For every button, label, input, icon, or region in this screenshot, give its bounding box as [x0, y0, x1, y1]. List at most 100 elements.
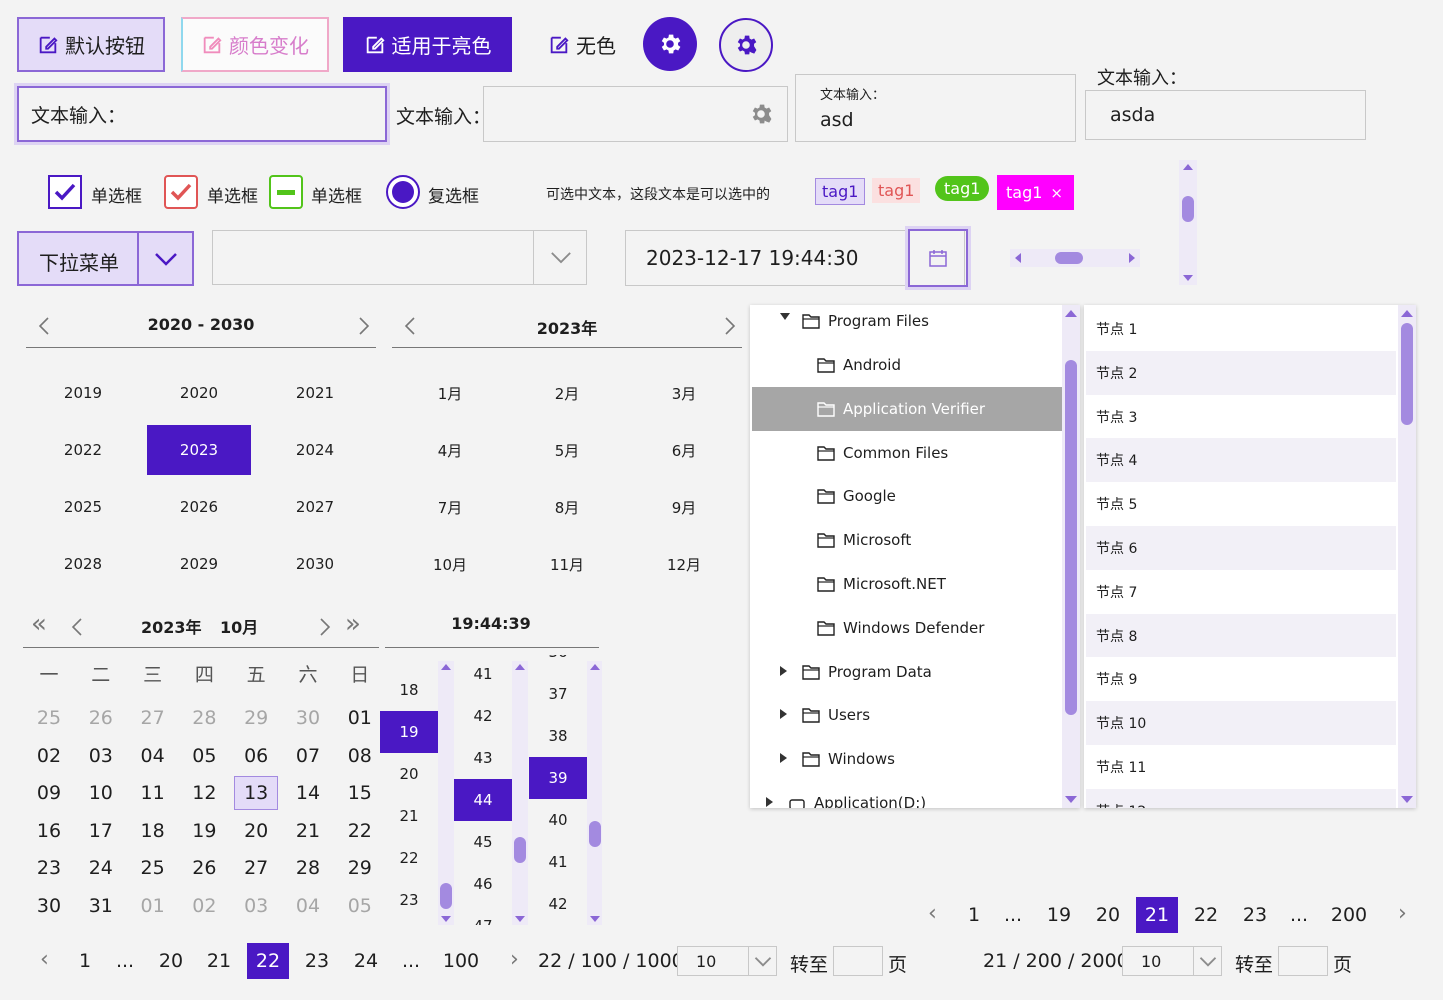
year-cell[interactable]: 2019 [31, 368, 135, 418]
minute-cell[interactable]: 45 [454, 821, 512, 863]
month-cell[interactable]: 3月 [632, 368, 736, 418]
minute-cell[interactable]: 41 [454, 655, 512, 695]
month-cell[interactable]: 4月 [398, 425, 502, 475]
day-cell[interactable]: 26 [79, 701, 123, 735]
list-scrollbar[interactable] [1398, 305, 1416, 808]
day-cell[interactable]: 26 [182, 851, 226, 885]
checkbox-1[interactable] [48, 175, 82, 209]
day-cell[interactable]: 15 [338, 776, 382, 810]
list-item[interactable]: 节点 2 [1086, 350, 1396, 395]
day-cal-year[interactable]: 2023年 [141, 614, 202, 638]
horizontal-scrollbar[interactable] [1010, 249, 1140, 267]
radio-button[interactable] [386, 175, 420, 209]
year-cell[interactable]: 2030 [263, 539, 367, 589]
scroll-up-icon[interactable] [590, 664, 600, 670]
minute-column[interactable]: 41424344454647 [454, 655, 512, 925]
hour-cell[interactable]: 22 [380, 837, 438, 879]
list-item[interactable]: 节点 11 [1086, 745, 1396, 789]
pager-left-size-toggle[interactable] [748, 947, 777, 975]
list-item[interactable]: 节点 1 [1086, 307, 1396, 351]
minute-cell[interactable]: 47 [454, 905, 512, 925]
day-cell[interactable]: 13 [234, 776, 279, 811]
pager-page[interactable]: 20 [1087, 897, 1129, 933]
gradient-button[interactable]: 颜色变化 [181, 17, 329, 72]
scroll-up-icon[interactable] [515, 664, 525, 670]
tree-node[interactable]: Microsoft.NET [752, 562, 1062, 606]
scroll-thumb[interactable] [514, 837, 526, 863]
list-item[interactable]: 节点 8 [1086, 613, 1396, 658]
chevron-right-icon[interactable] [358, 316, 370, 336]
day-cell[interactable]: 01 [338, 701, 382, 735]
pager-page[interactable]: 22 [1185, 897, 1227, 933]
transparent-button[interactable]: 无色 [540, 17, 624, 72]
list-item[interactable]: 节点 10 [1086, 701, 1396, 746]
list-item[interactable]: 节点 3 [1086, 394, 1396, 439]
pager-right-size-select[interactable]: 10 [1122, 946, 1222, 976]
day-cell[interactable]: 21 [286, 814, 330, 848]
tree-node[interactable]: Application Verifier [752, 387, 1062, 431]
chevron-left-icon[interactable] [71, 617, 83, 637]
dropdown-toggle[interactable] [137, 233, 192, 284]
dropdown-menu-button[interactable]: 下拉菜单 [17, 231, 194, 286]
second-cell[interactable]: 39 [529, 757, 587, 799]
minute-cell[interactable]: 46 [454, 863, 512, 905]
day-cell[interactable]: 18 [131, 814, 175, 848]
month-cell[interactable]: 10月 [398, 539, 502, 589]
list-item[interactable]: 节点 7 [1086, 569, 1396, 614]
month-cell[interactable]: 7月 [398, 482, 502, 532]
pager-page[interactable]: 21 [198, 943, 240, 979]
day-cell[interactable]: 02 [27, 739, 71, 773]
settings-button-filled[interactable] [643, 17, 697, 71]
day-cell[interactable]: 27 [131, 701, 175, 735]
tree-node[interactable]: Program Data [752, 650, 1062, 694]
expand-right-icon[interactable] [766, 797, 773, 807]
minute-cell[interactable]: 42 [454, 695, 512, 737]
text-input-4[interactable]: asda [1085, 90, 1366, 140]
day-cell[interactable]: 27 [234, 851, 278, 885]
scroll-thumb[interactable] [1055, 252, 1083, 264]
minute-scrollbar[interactable] [512, 661, 528, 925]
text-input-3[interactable]: 文本输入： asd [795, 74, 1076, 142]
tree-scrollbar[interactable] [1062, 305, 1080, 808]
day-cell[interactable]: 29 [338, 851, 382, 885]
second-cell[interactable]: 37 [529, 673, 587, 715]
year-cell[interactable]: 2025 [31, 482, 135, 532]
bright-button[interactable]: 适用于亮色 [343, 17, 512, 72]
day-cell[interactable]: 28 [286, 851, 330, 885]
day-cell[interactable]: 29 [234, 701, 278, 735]
pager-page[interactable]: 20 [150, 943, 192, 979]
day-cal-month[interactable]: 10月 [220, 614, 258, 638]
day-cell[interactable]: 22 [338, 814, 382, 848]
pager-next-icon[interactable]: › [1398, 901, 1407, 926]
pager-page[interactable]: 19 [1038, 897, 1080, 933]
scroll-up-icon[interactable] [1183, 164, 1193, 170]
day-cell[interactable]: 28 [182, 701, 226, 735]
tree-node[interactable]: Microsoft [752, 518, 1062, 562]
pager-next-icon[interactable]: › [510, 947, 519, 972]
list-item[interactable]: 节点 9 [1086, 657, 1396, 702]
day-cell[interactable]: 06 [234, 739, 278, 773]
chevron-right-icon[interactable] [319, 617, 331, 637]
scroll-up-icon[interactable] [1065, 310, 1077, 317]
year-cell[interactable]: 2028 [31, 539, 135, 589]
tree-node[interactable]: Application(D:) [752, 781, 1062, 808]
day-cell[interactable]: 30 [27, 889, 71, 923]
pager-page[interactable]: 1 [64, 943, 106, 979]
second-cell[interactable]: 42 [529, 883, 587, 925]
day-cell[interactable]: 25 [131, 851, 175, 885]
expand-down-icon[interactable] [780, 313, 790, 320]
hour-cell[interactable]: 18 [380, 669, 438, 711]
scroll-down-icon[interactable] [1401, 796, 1413, 803]
list-item[interactable]: 节点 4 [1086, 438, 1396, 483]
hour-cell[interactable]: 21 [380, 795, 438, 837]
day-cell[interactable]: 05 [338, 889, 382, 923]
year-cell[interactable]: 2020 [147, 368, 251, 418]
day-cell[interactable]: 20 [234, 814, 278, 848]
scroll-thumb[interactable] [1401, 323, 1413, 425]
day-cell[interactable]: 23 [27, 851, 71, 885]
second-column[interactable]: 36373839404142 [529, 655, 587, 925]
tree-node[interactable]: Android [752, 343, 1062, 387]
hour-scrollbar[interactable] [438, 661, 454, 925]
scroll-thumb[interactable] [589, 821, 601, 847]
month-cell[interactable]: 9月 [632, 482, 736, 532]
